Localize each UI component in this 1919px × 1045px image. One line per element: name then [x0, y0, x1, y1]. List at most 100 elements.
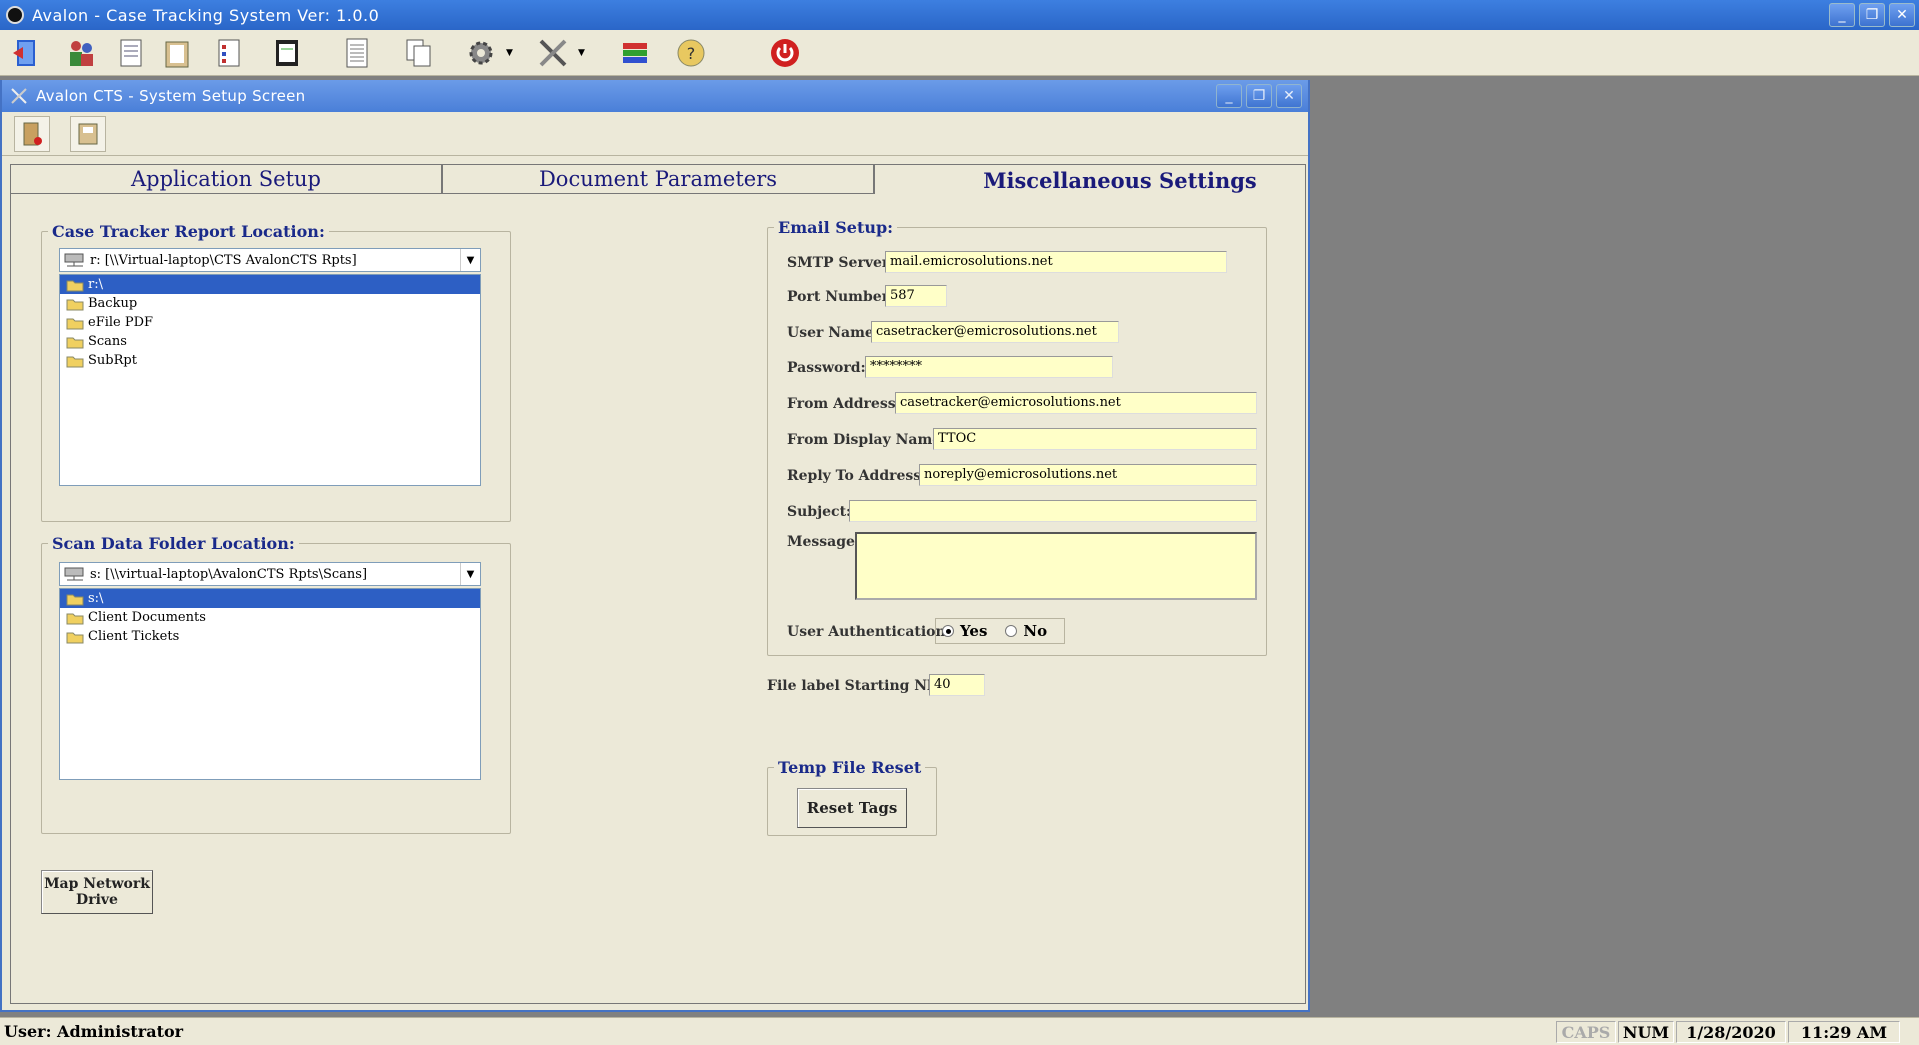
folder-icon — [66, 632, 84, 643]
app-title: Avalon - Case Tracking System Ver: 1.0.0 — [32, 5, 380, 25]
checklist-button[interactable] — [210, 34, 248, 72]
subject-field[interactable] — [849, 500, 1257, 522]
child-maximize-button[interactable]: ❐ — [1246, 84, 1272, 108]
tools-icon — [539, 39, 567, 67]
clipboard-button[interactable] — [158, 34, 196, 72]
folder-item[interactable]: Backup — [60, 294, 480, 313]
chevron-down-icon[interactable]: ▼ — [460, 563, 480, 585]
password-field[interactable]: ******** — [865, 356, 1113, 378]
subject-label: Subject: — [787, 504, 852, 520]
folder-item[interactable]: Client Documents — [60, 608, 480, 627]
map-network-drive-button[interactable]: Map Network Drive — [41, 870, 153, 914]
exit-button[interactable] — [14, 116, 50, 152]
smtp-server-field[interactable]: mail.emicrosolutions.net — [885, 251, 1227, 273]
door-icon — [13, 40, 35, 66]
folder-item[interactable]: Scans — [60, 332, 480, 351]
file-label-starting-field[interactable]: 40 — [929, 674, 985, 696]
open-folder-icon — [66, 594, 84, 605]
child-title: Avalon CTS - System Setup Screen — [36, 87, 306, 105]
folder-item[interactable]: Client Tickets — [60, 627, 480, 646]
power-button[interactable] — [766, 34, 804, 72]
scan-drive-select[interactable]: s: [\\virtual-laptop\AvalonCTS Rpts\Scan… — [59, 562, 481, 586]
minimize-button[interactable]: _ — [1829, 3, 1855, 27]
radio-empty-icon — [1005, 625, 1018, 637]
status-caps: CAPS — [1556, 1021, 1616, 1043]
child-close-button[interactable]: ✕ — [1276, 84, 1302, 108]
port-label: Port Number: — [787, 289, 895, 305]
save-icon — [78, 123, 98, 145]
power-icon — [771, 39, 799, 67]
document-button[interactable] — [112, 34, 150, 72]
network-drive-icon — [64, 567, 84, 581]
folder-item[interactable]: r:\ — [60, 275, 480, 294]
app-logo-icon — [6, 6, 24, 24]
folder-icon — [66, 337, 84, 348]
folder-icon — [66, 356, 84, 367]
tab-document-parameters[interactable]: Document Parameters — [442, 164, 874, 194]
tools-icon — [11, 88, 27, 104]
from-display-name-field[interactable]: TTOC — [933, 428, 1257, 450]
report-drive-select[interactable]: r: [\\Virtual-laptop\CTS AvalonCTS Rpts]… — [59, 248, 481, 272]
auth-yes-radio[interactable]: Yes — [942, 622, 987, 640]
report-drive-value: r: [\\Virtual-laptop\CTS AvalonCTS Rpts] — [90, 252, 357, 268]
folder-item[interactable]: SubRpt — [60, 351, 480, 370]
report-button[interactable] — [338, 34, 376, 72]
auth-no-radio[interactable]: No — [1005, 622, 1047, 640]
folder-item[interactable]: eFile PDF — [60, 313, 480, 332]
reset-tags-button[interactable]: Reset Tags — [797, 788, 907, 828]
user-authentication-radio-group: Yes No — [935, 618, 1065, 644]
status-date: 1/28/2020 — [1676, 1021, 1786, 1043]
from-address-label: From Address: — [787, 396, 901, 412]
books-icon — [623, 43, 647, 63]
miscellaneous-settings-panel: Case Tracker Report Location: r: [\\Virt… — [10, 194, 1306, 1004]
status-time: 11:29 AM — [1788, 1021, 1900, 1043]
help-button[interactable]: ? — [672, 34, 710, 72]
copy-icon — [406, 39, 431, 67]
child-minimize-button[interactable]: _ — [1216, 84, 1242, 108]
copy-button[interactable] — [400, 34, 438, 72]
users-button[interactable] — [62, 34, 100, 72]
restore-button[interactable]: ❐ — [1859, 3, 1885, 27]
settings-dropdown-icon[interactable]: ▼ — [506, 48, 513, 58]
map-drive-label-line1: Map Network — [44, 876, 150, 892]
app-titlebar: Avalon - Case Tracking System Ver: 1.0.0… — [0, 0, 1919, 30]
exit-door-button[interactable] — [8, 34, 46, 72]
smtp-label: SMTP Server: — [787, 255, 895, 271]
chevron-down-icon[interactable]: ▼ — [460, 249, 480, 271]
books-button[interactable] — [616, 34, 654, 72]
tab-miscellaneous-settings[interactable]: Miscellaneous Settings — [874, 164, 1306, 196]
folder-item[interactable]: s:\ — [60, 589, 480, 608]
message-field[interactable] — [855, 532, 1257, 600]
reply-to-field[interactable]: noreply@emicrosolutions.net — [919, 464, 1257, 486]
app-window-controls: _ ❐ ✕ — [1829, 3, 1915, 27]
username-field[interactable]: casetracker@emicrosolutions.net — [871, 321, 1119, 343]
scan-folder-list[interactable]: s:\ Client Documents Client Tickets — [59, 588, 481, 780]
file-label-starting-label: File label Starting Nbr: — [767, 678, 950, 694]
tab-application-setup[interactable]: Application Setup — [10, 164, 442, 194]
notepad-button[interactable] — [268, 34, 306, 72]
child-titlebar: Avalon CTS - System Setup Screen _ ❐ ✕ — [2, 80, 1308, 112]
report-folder-list[interactable]: r:\ Backup eFile PDF Scans SubRpt — [59, 274, 481, 486]
child-window-controls: _ ❐ ✕ — [1216, 84, 1302, 108]
status-bar: User: Administrator CAPS NUM 1/28/2020 1… — [0, 1017, 1919, 1045]
scan-drive-value: s: [\\virtual-laptop\AvalonCTS Rpts\Scan… — [90, 566, 368, 582]
settings-button[interactable] — [462, 34, 500, 72]
child-toolbar — [2, 112, 1308, 156]
tools-dropdown-icon[interactable]: ▼ — [578, 48, 585, 58]
folder-icon — [66, 299, 84, 310]
report-location-legend: Case Tracker Report Location: — [52, 222, 325, 241]
save-button[interactable] — [70, 116, 106, 152]
report-icon — [346, 38, 368, 68]
email-setup-legend: Email Setup: — [778, 218, 894, 237]
close-button[interactable]: ✕ — [1889, 3, 1915, 27]
svg-text:?: ? — [687, 44, 696, 63]
scan-location-legend: Scan Data Folder Location: — [52, 534, 295, 553]
notepad-icon — [276, 40, 298, 66]
clipboard-icon — [165, 41, 189, 68]
tools-button[interactable] — [534, 34, 572, 72]
status-user: User: Administrator — [4, 1022, 184, 1041]
from-address-field[interactable]: casetracker@emicrosolutions.net — [895, 392, 1257, 414]
folder-icon — [66, 318, 84, 329]
port-number-field[interactable]: 587 — [885, 285, 947, 307]
from-display-name-label: From Display Name: — [787, 432, 947, 448]
